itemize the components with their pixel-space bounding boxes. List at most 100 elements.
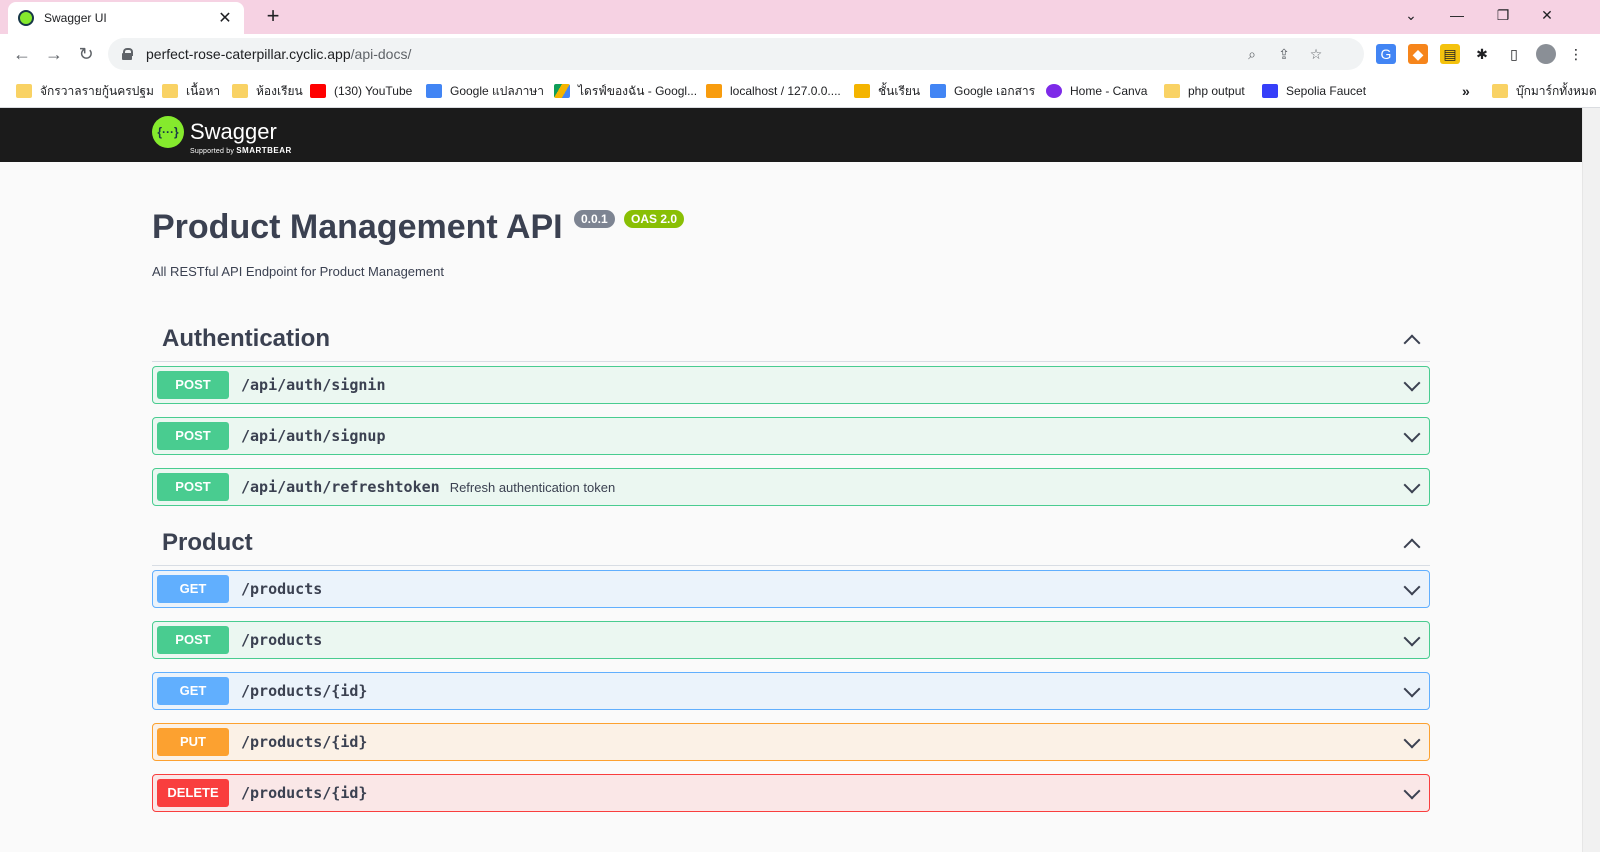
section-header[interactable]: Authentication [152, 316, 1430, 362]
bookmark-item[interactable]: Sepolia Faucet [1262, 82, 1366, 100]
new-tab-button[interactable]: + [260, 4, 286, 30]
section-title: Authentication [162, 324, 330, 352]
share-icon[interactable]: ⇪ [1274, 44, 1294, 64]
phpmyadmin-icon [706, 84, 722, 98]
bookmark-item[interactable]: localhost / 127.0.0.... [706, 82, 841, 100]
bookmark-item[interactable]: Google เอกสาร [930, 82, 1035, 100]
bookmark-label: ไดรฟ์ของฉัน - Googl... [578, 83, 698, 98]
bookmark-item[interactable]: (130) YouTube [310, 82, 412, 100]
google-translate-extension-icon[interactable]: G [1376, 44, 1396, 64]
restore-button[interactable]: ❐ [1480, 0, 1526, 30]
bookmark-item[interactable]: php output [1164, 82, 1245, 100]
all-bookmarks-folder[interactable]: บุ๊กมาร์กทั้งหมด [1492, 82, 1597, 100]
bookmark-label: localhost / 127.0.0.... [730, 84, 841, 98]
folder-icon [232, 84, 248, 98]
operation-summary: Refresh authentication token [449, 479, 616, 495]
bookmark-label: เนื้อหา [186, 83, 221, 98]
extension-icon[interactable]: ▤ [1440, 44, 1460, 64]
operation-row[interactable]: POST /products [152, 621, 1430, 659]
operation-row[interactable]: GET /products/{id} [152, 672, 1430, 710]
browser-tab[interactable]: Swagger UI ✕ [8, 2, 244, 34]
forward-button[interactable]: → [40, 40, 68, 68]
operation-row[interactable]: POST /api/auth/signup [152, 417, 1430, 455]
bookmark-star-icon[interactable]: ☆ [1306, 44, 1326, 64]
url-host: perfect-rose-caterpillar.cyclic.app [146, 46, 351, 62]
chevron-down-icon[interactable] [1403, 376, 1421, 394]
operation-path: /api/auth/signup [241, 427, 386, 445]
swagger-favicon-icon [18, 10, 34, 26]
api-description: All RESTful API Endpoint for Product Man… [152, 264, 444, 279]
operation-path: /products [241, 631, 323, 649]
tab-title: Swagger UI [44, 11, 107, 25]
reload-button[interactable]: ↻ [72, 40, 100, 68]
canva-icon [1046, 84, 1062, 98]
chevron-down-icon[interactable] [1403, 580, 1421, 598]
alchemy-icon [1262, 84, 1278, 98]
minimize-button[interactable]: — [1434, 0, 1480, 30]
folder-icon [1164, 84, 1180, 98]
bookmark-item[interactable]: Google แปลภาษา [426, 82, 544, 100]
bookmark-item[interactable]: จักรวาลรายกู้นครปฐม [16, 82, 154, 100]
section-header[interactable]: Product [152, 520, 1430, 566]
bookmark-item[interactable]: ชั้นเรียน [854, 82, 920, 100]
swagger-brand[interactable]: Swagger [190, 119, 277, 145]
chevron-down-icon[interactable] [1403, 478, 1421, 496]
bookmarks-bar: จักรวาลรายกู้นครปฐม เนื้อหา ห้องเรียน (1… [0, 74, 1600, 108]
swagger-logo-icon[interactable]: {···} [152, 116, 184, 148]
bookmark-label: (130) YouTube [334, 84, 413, 98]
bookmarks-overflow-button[interactable]: » [1462, 82, 1470, 100]
operation-row[interactable]: PUT /products/{id} [152, 723, 1430, 761]
side-panel-icon[interactable]: ▯ [1504, 44, 1524, 64]
bookmark-item[interactable]: Home - Canva [1046, 82, 1147, 100]
chevron-down-icon[interactable] [1403, 784, 1421, 802]
menu-dots-icon[interactable]: ⋮ [1566, 44, 1586, 64]
method-badge: DELETE [157, 779, 229, 807]
bookmark-label: Home - Canva [1070, 84, 1148, 98]
bookmark-label: Google เอกสาร [954, 83, 1036, 98]
swagger-supported-by: Supported by SMARTBEAR [190, 146, 292, 155]
address-bar[interactable]: perfect-rose-caterpillar.cyclic.app/api-… [108, 38, 1364, 70]
close-tab-icon[interactable]: ✕ [216, 8, 234, 28]
classroom-icon [854, 84, 870, 98]
chevron-down-icon[interactable] [1403, 427, 1421, 445]
close-window-button[interactable]: ✕ [1524, 0, 1570, 30]
chevron-up-icon[interactable] [1402, 330, 1420, 348]
bookmark-item[interactable]: เนื้อหา [162, 82, 220, 100]
chevron-up-icon[interactable] [1402, 534, 1420, 552]
method-badge: POST [157, 473, 229, 501]
metamask-extension-icon[interactable]: ◆ [1408, 44, 1428, 64]
tab-search-icon[interactable]: ⌄ [1388, 0, 1434, 30]
back-button[interactable]: ← [8, 40, 36, 68]
bookmark-label: php output [1188, 84, 1245, 98]
google-translate-icon [426, 84, 442, 98]
method-badge: GET [157, 677, 229, 705]
zoom-icon[interactable]: ⌕ [1242, 44, 1262, 64]
operation-path: /products/{id} [241, 733, 368, 751]
folder-icon [1492, 84, 1508, 98]
bookmark-label: ห้องเรียน [256, 83, 303, 98]
operation-row[interactable]: POST /api/auth/refreshtoken Refresh auth… [152, 468, 1430, 506]
page-scrollbar[interactable] [1582, 108, 1600, 852]
bookmark-label: บุ๊กมาร์กทั้งหมด [1516, 83, 1597, 98]
operation-row[interactable]: DELETE /products/{id} [152, 774, 1430, 812]
bookmark-item[interactable]: ไดรฟ์ของฉัน - Googl... [554, 82, 697, 100]
bookmark-label: Google แปลภาษา [450, 83, 545, 98]
bookmark-item[interactable]: ห้องเรียน [232, 82, 303, 100]
section-title: Product [162, 528, 253, 556]
operation-row[interactable]: POST /api/auth/signin [152, 366, 1430, 404]
section-product: Product GET /products POST /products GET… [152, 520, 1430, 812]
chevron-down-icon[interactable] [1403, 733, 1421, 751]
profile-avatar[interactable] [1536, 44, 1556, 64]
folder-icon [162, 84, 178, 98]
chevron-down-icon[interactable] [1403, 682, 1421, 700]
operation-path: /api/auth/signin [241, 376, 386, 394]
operation-path: /api/auth/refreshtoken [241, 478, 440, 496]
operation-row[interactable]: GET /products [152, 570, 1430, 608]
chevron-down-icon[interactable] [1403, 631, 1421, 649]
bookmark-label: Sepolia Faucet [1286, 84, 1367, 98]
google-drive-icon [554, 84, 570, 98]
supported-by-text: Supported by [190, 148, 235, 155]
extensions-puzzle-icon[interactable]: ✱ [1472, 44, 1492, 64]
google-docs-icon [930, 84, 946, 98]
operation-path: /products/{id} [241, 682, 368, 700]
